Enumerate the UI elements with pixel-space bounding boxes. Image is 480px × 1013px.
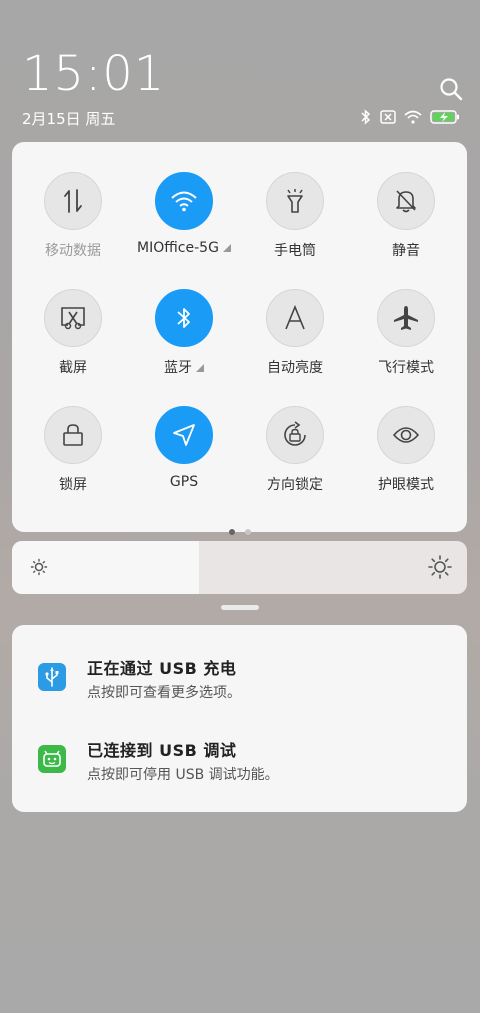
tile-rotation-lock[interactable]: 方向锁定 [240,406,350,494]
clock[interactable]: 15:01 [22,46,165,102]
flashlight-icon [266,172,324,230]
brightness-low-icon [30,558,48,580]
tile-auto-brightness[interactable]: 自动亮度 [240,289,350,377]
notification-text: 点按即可停用 USB 调试功能。 [87,767,279,783]
screenshot-icon [44,289,102,347]
quick-settings-panel: 移动数据 MIOffice-5G 手电筒 静音 截屏 蓝牙 自动亮度 飞行模式 … [12,142,467,535]
expand-arrow-icon[interactable] [222,244,231,252]
wifi-status-icon [404,110,422,124]
notification-title: 正在通过 USB 充电 [87,659,237,678]
eye-icon [377,406,435,464]
search-icon[interactable] [438,76,464,102]
tile-label: MIOffice-5G [137,240,219,256]
notification-usb-charging[interactable]: 正在通过 USB 充电 点按即可查看更多选项。 [12,645,467,715]
tile-label: 飞行模式 [378,360,434,376]
tile-label: 蓝牙 [164,360,192,376]
tile-mobile-data[interactable]: 移动数据 [18,172,128,260]
notification-panel: 正在通过 USB 充电 点按即可查看更多选项。 已连接到 USB 调试 点按即可… [12,625,467,812]
notification-text: 点按即可查看更多选项。 [87,685,241,701]
bell-off-icon [377,172,435,230]
tile-label: 移动数据 [45,243,101,259]
page-indicator [12,520,467,539]
airplane-icon [377,289,435,347]
location-arrow-icon [155,406,213,464]
wifi-icon [155,172,213,230]
auto-brightness-icon [266,289,324,347]
tile-label: 方向锁定 [267,477,323,493]
mobile-data-icon [44,172,102,230]
tile-lock-screen[interactable]: 锁屏 [18,406,128,494]
expand-arrow-icon[interactable] [196,364,204,372]
android-icon [38,745,66,773]
drag-handle[interactable] [221,605,259,610]
brightness-slider[interactable] [12,541,467,594]
tile-label: 静音 [392,243,420,259]
bluetooth-status-icon [360,109,372,125]
tile-eye-protection[interactable]: 护眼模式 [351,406,461,494]
status-header: 15:01 2月15日 周五 [0,0,480,140]
tile-label: 自动亮度 [267,360,323,376]
tile-bluetooth[interactable]: 蓝牙 [129,289,239,377]
notification-title: 已连接到 USB 调试 [87,741,237,760]
no-sim-icon [380,110,396,124]
tile-wifi[interactable]: MIOffice-5G [129,172,239,256]
tile-label: 手电筒 [274,243,316,259]
lock-icon [44,406,102,464]
notification-usb-debugging[interactable]: 已连接到 USB 调试 点按即可停用 USB 调试功能。 [12,727,467,797]
rotation-lock-icon [266,406,324,464]
usb-icon [38,663,66,691]
tile-screenshot[interactable]: 截屏 [18,289,128,377]
page-dot-2[interactable] [244,529,251,535]
tile-label: 护眼模式 [378,477,434,493]
tile-flashlight[interactable]: 手电筒 [240,172,350,260]
tile-mute[interactable]: 静音 [351,172,461,260]
bluetooth-icon [155,289,213,347]
tile-airplane-mode[interactable]: 飞行模式 [351,289,461,377]
battery-charging-icon [430,110,460,124]
tile-gps[interactable]: GPS [129,406,239,490]
page-dot-1[interactable] [228,529,235,535]
status-icons [360,108,460,126]
tile-label: 锁屏 [59,477,87,493]
brightness-high-icon [428,555,452,583]
date[interactable]: 2月15日 周五 [22,108,115,129]
tile-label: GPS [169,474,199,490]
tile-label: 截屏 [59,360,87,376]
